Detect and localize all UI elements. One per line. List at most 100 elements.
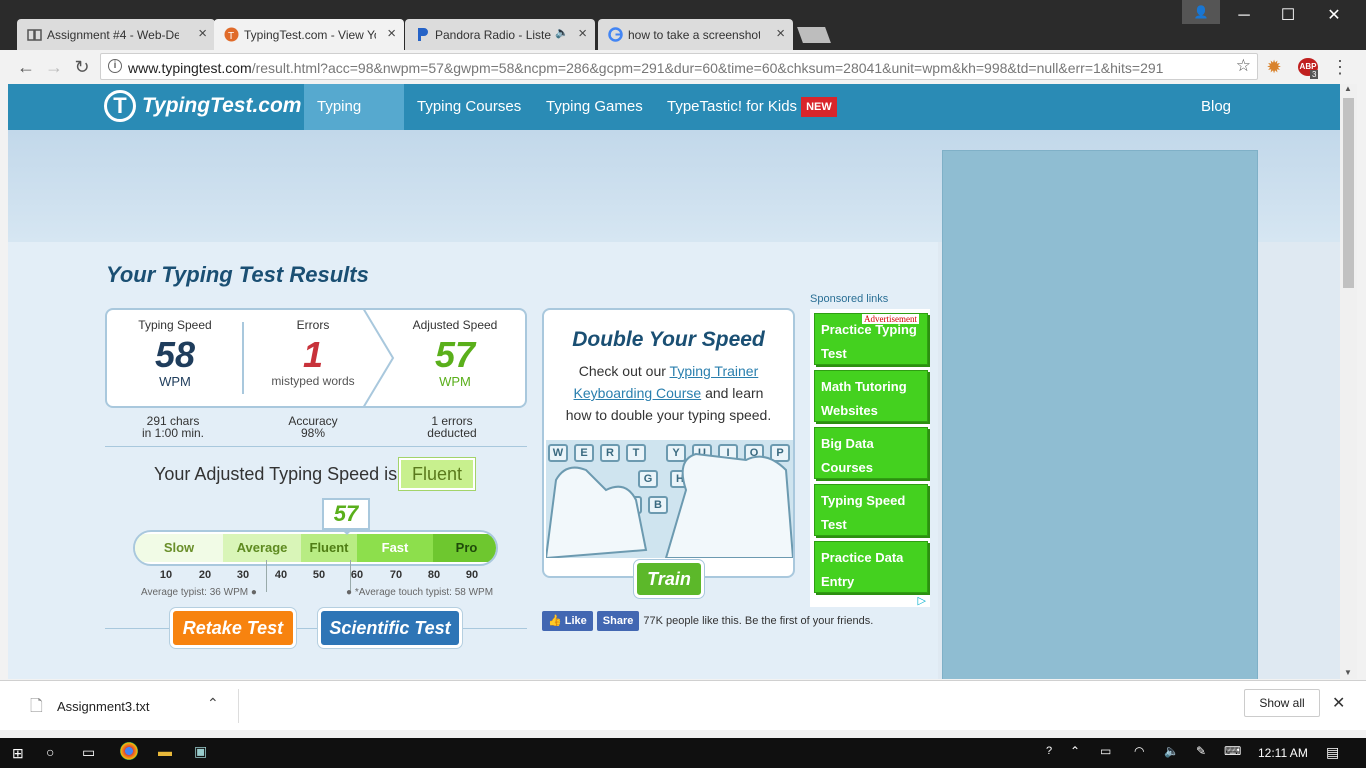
browser-window: Assignment #4 - Web-De × T TypingTest.co…	[0, 0, 1366, 738]
site-logo[interactable]: T TypingTest.com	[104, 90, 301, 122]
info-icon[interactable]: i	[108, 59, 122, 73]
close-window-button[interactable]: ✕	[1314, 4, 1354, 28]
close-icon[interactable]: ✕	[1332, 693, 1345, 713]
extension-icon[interactable]: ✹	[1264, 57, 1284, 77]
nav-typing-courses[interactable]: Typing Courses	[404, 84, 534, 130]
fb-like-button[interactable]: 👍 Like	[542, 611, 593, 631]
keyboard-icon[interactable]: ⌨	[1224, 744, 1241, 758]
fb-share-button[interactable]: Share	[596, 611, 640, 631]
speed-marker: 57	[322, 498, 370, 530]
nav-blog[interactable]: Blog	[1188, 84, 1244, 130]
new-badge: NEW	[801, 97, 837, 118]
url-text: www.typingtest.com/result.html?acc=98&nw…	[128, 60, 1164, 76]
typing-trainer-link[interactable]: Typing Trainer	[670, 363, 759, 379]
nav-typing-games[interactable]: Typing Games	[533, 84, 656, 130]
forward-button[interactable]: →	[44, 57, 64, 77]
scientific-test-button[interactable]: Scientific Test	[318, 608, 462, 648]
scale-fast: Fast	[357, 534, 433, 562]
page-viewport: TTypingTest.com Typing Test Typing Cours…	[8, 84, 1340, 679]
ad-link[interactable]: Math Tutoring Websites	[814, 370, 928, 422]
task-view-icon[interactable]: ▭	[82, 744, 95, 761]
typing-speed-unit: WPM	[159, 374, 191, 389]
windows-start-icon[interactable]: ⊞	[12, 745, 24, 762]
scale-average: Average	[223, 534, 301, 562]
close-icon[interactable]: ×	[387, 25, 396, 42]
volume-icon[interactable]: 🔈	[1164, 744, 1179, 758]
speaker-icon[interactable]: 🔈	[555, 26, 569, 39]
adjusted-speed-label: Adjusted Speed	[412, 318, 498, 332]
score-box: Typing Speed 58 WPM Errors 1 mistyped wo…	[105, 308, 527, 408]
minimize-button[interactable]: ─	[1224, 4, 1264, 28]
hands-icon	[546, 452, 793, 558]
ad-link[interactable]: Typing Speed Test	[814, 484, 928, 536]
promo-text: Check out our Typing Trainer Keyboarding …	[565, 363, 772, 423]
ad-link[interactable]: Practice Data Entry	[814, 541, 928, 593]
clock[interactable]: 12:11 AM	[1258, 746, 1308, 760]
book-icon	[27, 27, 42, 42]
pandora-favicon-icon	[415, 27, 430, 42]
wifi-icon[interactable]: ◠	[1134, 744, 1144, 758]
file-explorer-icon[interactable]: ▬	[158, 743, 172, 759]
adjusted-speed-col: Adjusted Speed 57 WPM	[387, 310, 523, 389]
notifications-icon[interactable]: ▤	[1326, 744, 1339, 761]
accuracy-stat: Accuracy 98%	[288, 414, 338, 440]
file-icon: 🗋	[30, 698, 43, 715]
tab-label: how to take a screenshot	[628, 27, 760, 42]
show-all-button[interactable]: Show all	[1244, 689, 1320, 717]
avg-typist-text: Average typist: 36 WPM ●	[141, 587, 257, 598]
close-icon[interactable]: ×	[776, 25, 785, 42]
train-button[interactable]: Train	[634, 560, 704, 598]
app-taskbar-icon[interactable]: ▣	[194, 743, 207, 760]
help-icon[interactable]: ?	[1046, 745, 1052, 757]
errors-label: Errors	[296, 318, 330, 332]
search-icon[interactable]: ○	[46, 744, 54, 760]
download-filename[interactable]: Assignment3.txt	[57, 699, 150, 714]
close-icon[interactable]: ×	[198, 25, 207, 42]
scroll-up-icon[interactable]: ▲	[1344, 84, 1352, 93]
bookmark-star-icon[interactable]: ☆	[1236, 56, 1251, 76]
keyboarding-course-link[interactable]: Keyboarding Course	[574, 385, 702, 401]
adchoices-icon[interactable]: ▷	[918, 594, 926, 607]
profile-icon[interactable]: 👤	[1182, 0, 1220, 24]
tab-google[interactable]: how to take a screenshot ×	[598, 19, 793, 50]
nav-typing-test[interactable]: Typing Test	[304, 84, 404, 161]
scroll-down-icon[interactable]: ▼	[1344, 668, 1352, 677]
close-icon[interactable]: ×	[578, 25, 587, 42]
menu-icon[interactable]: ⋮	[1330, 57, 1350, 77]
address-bar[interactable]: i www.typingtest.com/result.html?acc=98&…	[100, 53, 1258, 80]
chrome-taskbar-icon[interactable]	[120, 742, 138, 760]
back-button[interactable]: ←	[16, 57, 36, 77]
battery-icon[interactable]: ▭	[1100, 744, 1111, 758]
ad-link[interactable]: Big Data Courses	[814, 427, 928, 479]
right-ad-panel	[942, 150, 1258, 679]
nav-typetastic[interactable]: TypeTastic! for Kids NEW	[654, 84, 850, 130]
tick: 70	[389, 569, 403, 581]
tab-typingtest[interactable]: T TypingTest.com - View Yo ×	[214, 19, 404, 50]
reload-button[interactable]: ↻	[72, 57, 92, 77]
tick: 20	[198, 569, 212, 581]
vertical-scrollbar[interactable]: ▲ ▼	[1340, 84, 1357, 679]
page-title: Your Typing Test Results	[106, 262, 369, 287]
errors-unit: mistyped words	[271, 374, 355, 388]
scale-pro: Pro	[433, 534, 496, 562]
new-tab-button[interactable]	[797, 27, 831, 43]
promo-title: Double Your Speed	[572, 328, 765, 351]
scale-fluent: Fluent	[301, 534, 357, 562]
tab-label: Assignment #4 - Web-De	[47, 27, 179, 42]
taskbar: ⊞ ○ ▭ ▬ ▣ ? ⌃ ▭ ◠ 🔈 ✎ ⌨ 12:11 AM ▤	[0, 738, 1366, 768]
avg-typist-line	[266, 560, 267, 592]
retake-test-button[interactable]: Retake Test	[170, 608, 296, 648]
maximize-button[interactable]: ☐	[1268, 4, 1308, 28]
tab-strip: Assignment #4 - Web-De × T TypingTest.co…	[0, 0, 1366, 50]
site-navbar: TTypingTest.com Typing Test Typing Cours…	[8, 84, 1340, 161]
pen-icon[interactable]: ✎	[1196, 744, 1206, 758]
typingtest-favicon-icon: T	[224, 27, 239, 42]
typing-speed-col: Typing Speed 58 WPM	[107, 310, 243, 389]
chevron-up-icon[interactable]: ⌃	[1070, 744, 1080, 758]
scrollbar-thumb[interactable]	[1343, 98, 1354, 288]
keyboard-illustration: W E R T Y U I O P G H V B	[546, 440, 793, 558]
promo-box: Double Your Speed Check out our Typing T…	[542, 308, 795, 578]
chevron-up-icon[interactable]: ⌃	[207, 695, 219, 712]
tab-assignment[interactable]: Assignment #4 - Web-De ×	[17, 19, 215, 50]
tab-pandora[interactable]: Pandora Radio - Liste 🔈 ×	[405, 19, 595, 50]
